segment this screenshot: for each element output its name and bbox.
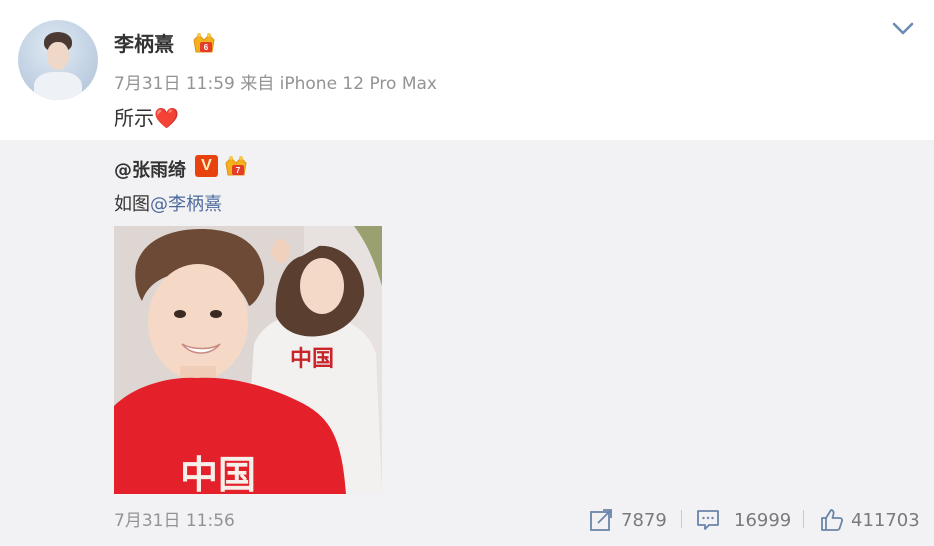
chevron-down-icon[interactable] bbox=[891, 20, 915, 38]
svg-text:中国: 中国 bbox=[180, 452, 256, 494]
share-count: 7879 bbox=[621, 510, 667, 531]
repost-card[interactable]: @张雨绮 V 7 如图@李柄熹 中国 中国 7月31日 11:56 7879 1… bbox=[0, 140, 934, 546]
svg-text:中国: 中国 bbox=[290, 346, 334, 372]
post-meta: 7月31日 11:59 来自 iPhone 12 Pro Max bbox=[114, 74, 437, 94]
original-text: 如图@李柄熹 bbox=[114, 190, 222, 216]
avatar[interactable] bbox=[18, 20, 98, 100]
share-icon[interactable] bbox=[589, 508, 613, 532]
heart-emoji: ❤️ bbox=[154, 106, 179, 130]
svg-text:7: 7 bbox=[236, 166, 241, 175]
like-count: 411703 bbox=[851, 510, 920, 531]
stats-divider bbox=[681, 510, 682, 528]
original-text-body: 如图 bbox=[114, 194, 150, 215]
mention-link[interactable]: @李柄熹 bbox=[150, 194, 222, 215]
post-photo[interactable]: 中国 中国 bbox=[114, 226, 382, 494]
post-text: 所示❤️ bbox=[114, 102, 179, 131]
stats-divider bbox=[803, 510, 804, 528]
post-author[interactable]: 李柄熹 bbox=[114, 28, 174, 57]
svg-text:6: 6 bbox=[204, 43, 209, 52]
crown-badge-icon: 6 bbox=[193, 33, 215, 53]
post-header: 李柄熹 6 7月31日 11:59 来自 iPhone 12 Pro Max 所… bbox=[0, 0, 934, 140]
comment-icon[interactable] bbox=[696, 508, 720, 532]
verified-badge: V bbox=[195, 155, 218, 177]
original-author[interactable]: @张雨绮 bbox=[114, 156, 186, 182]
photo-illustration: 中国 中国 bbox=[114, 226, 382, 494]
original-timestamp: 7月31日 11:56 bbox=[114, 511, 235, 531]
crown-badge-icon: 7 bbox=[225, 156, 247, 176]
like-icon[interactable] bbox=[820, 508, 844, 532]
post-text-body: 所示 bbox=[114, 106, 154, 130]
comment-count: 16999 bbox=[734, 510, 792, 531]
